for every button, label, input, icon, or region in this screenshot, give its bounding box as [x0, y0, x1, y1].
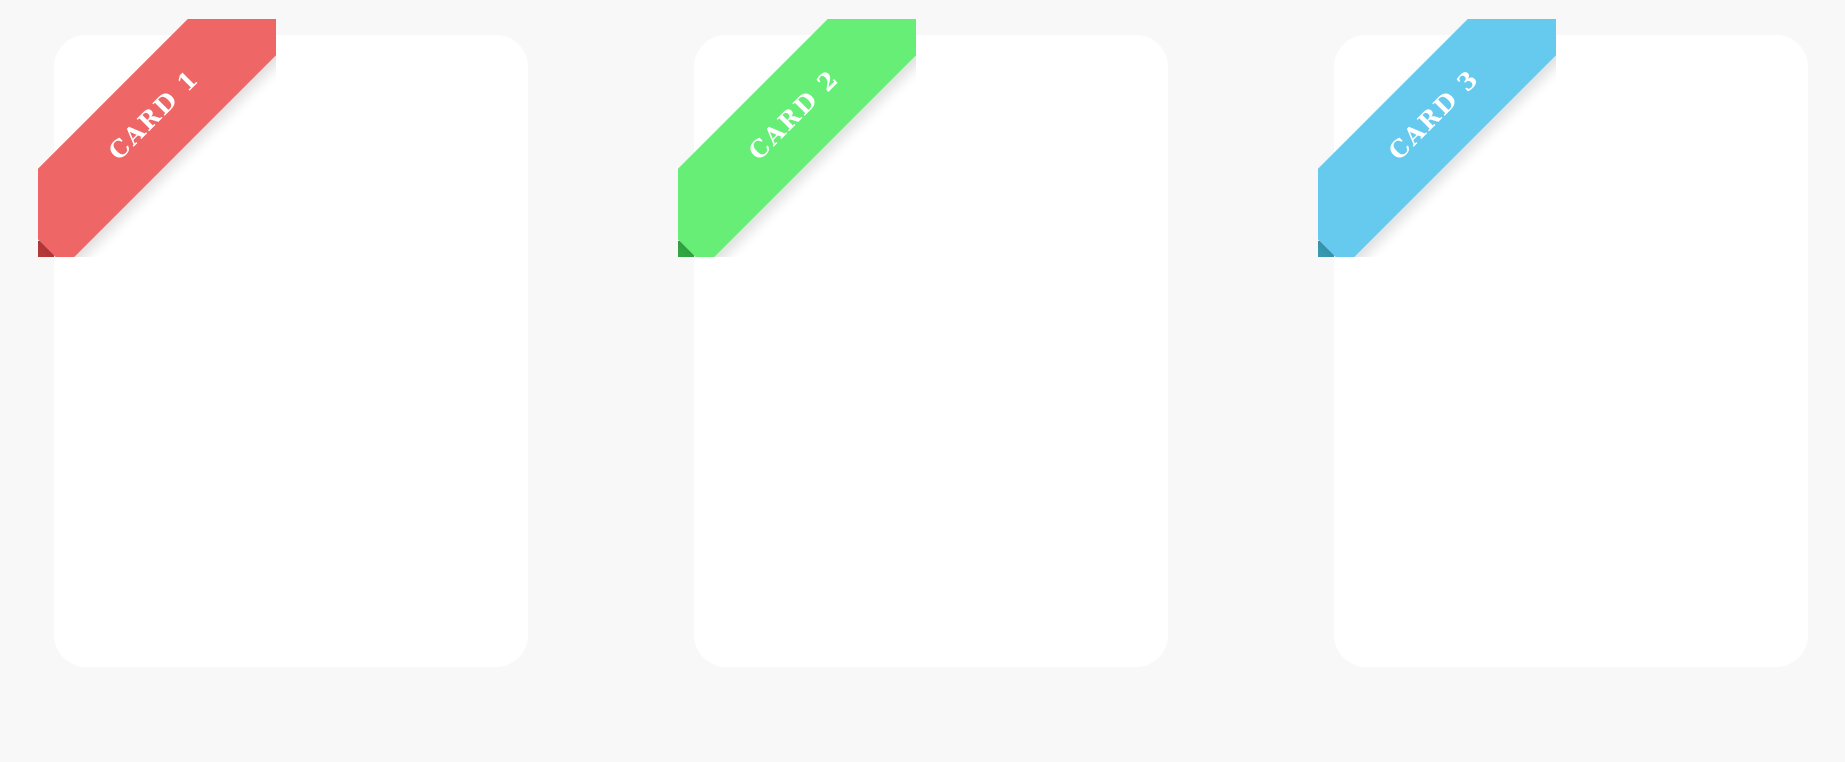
card-2: CARD 2: [678, 19, 1168, 667]
card-2-ribbon-wrap: CARD 2: [678, 19, 916, 257]
card-3-ribbon-label: CARD 3: [1382, 63, 1485, 166]
card-2-ribbon-label: CARD 2: [742, 63, 845, 166]
card-1-ribbon-label: CARD 1: [102, 63, 205, 166]
card-3-ribbon: CARD 3: [1318, 19, 1556, 257]
card-2-ribbon: CARD 2: [678, 19, 916, 257]
card-grid: CARD 1 CARD 2 CARD 3: [0, 0, 1845, 762]
card-3-ribbon-wrap: CARD 3: [1318, 19, 1556, 257]
card-1-ribbon-wrap: CARD 1: [38, 19, 276, 257]
card-3: CARD 3: [1318, 19, 1808, 667]
card-1-ribbon: CARD 1: [38, 19, 276, 257]
card-1: CARD 1: [38, 19, 528, 667]
